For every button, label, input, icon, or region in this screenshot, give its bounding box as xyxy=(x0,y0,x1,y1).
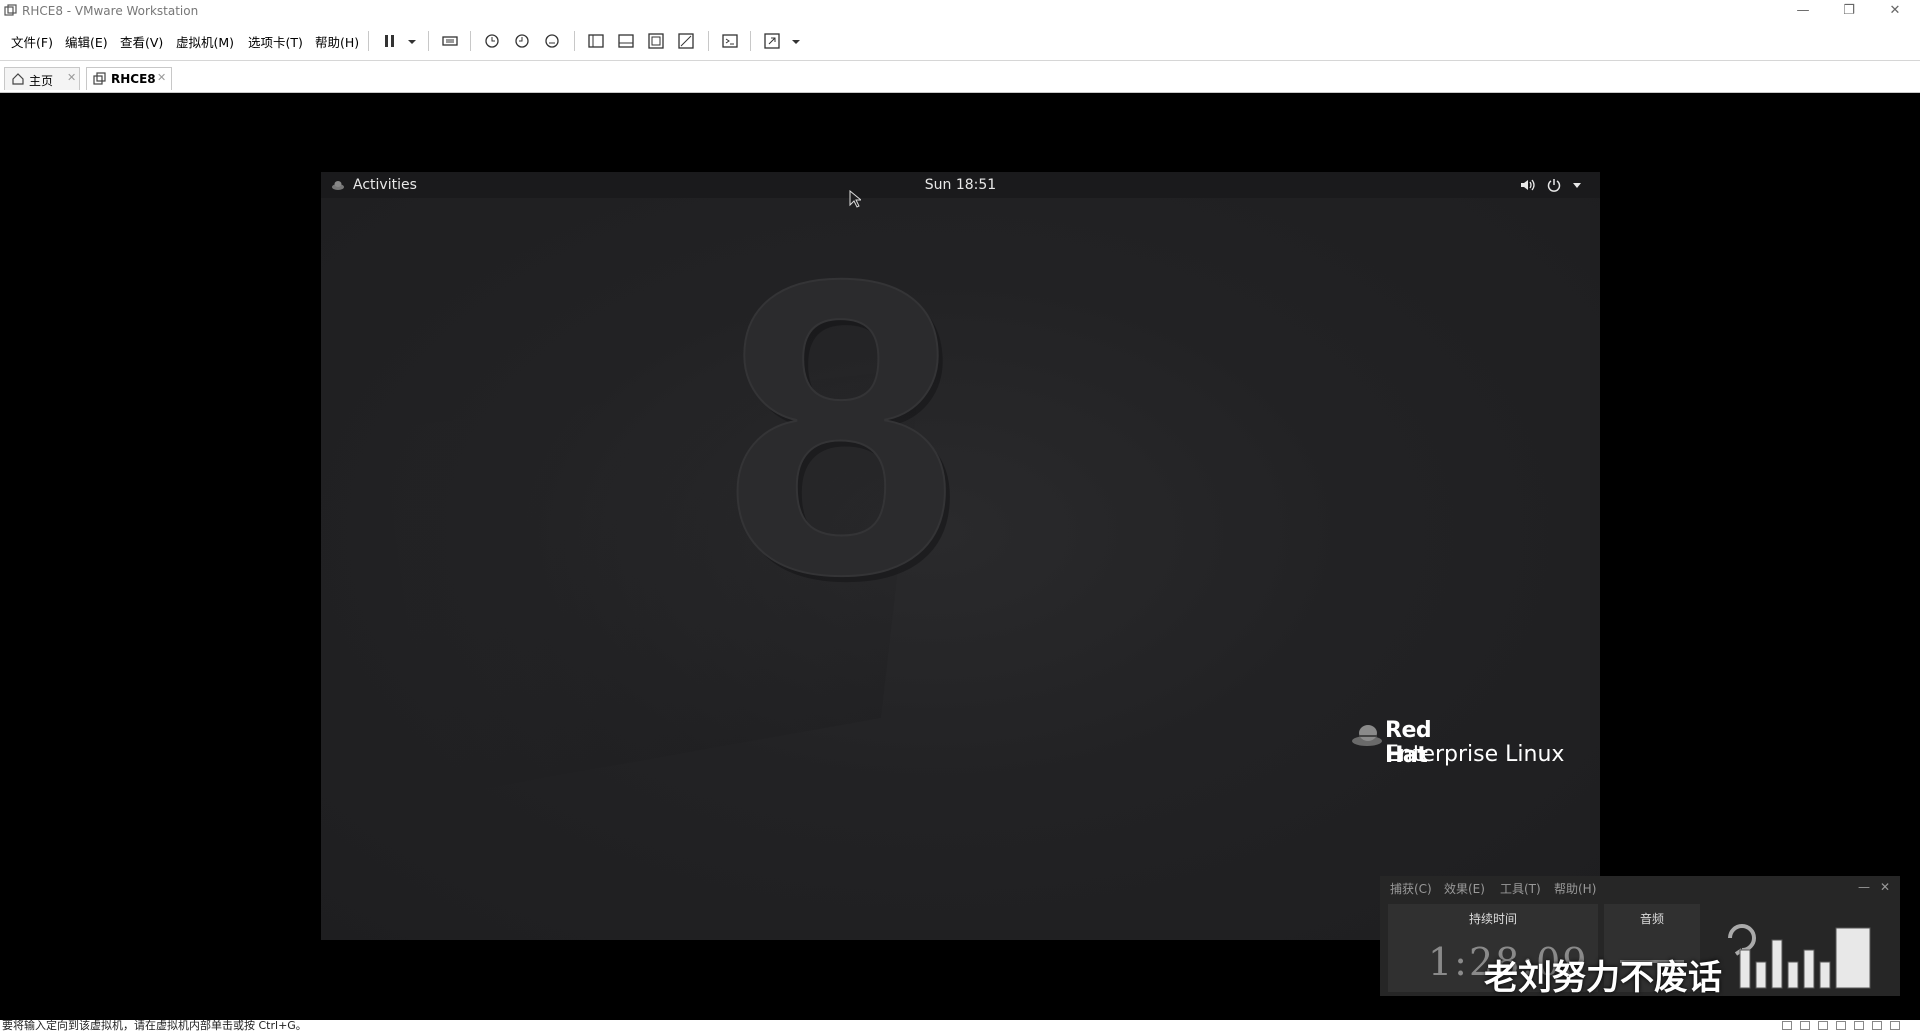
sound-icon[interactable] xyxy=(1854,1021,1864,1030)
snapshot-icon[interactable] xyxy=(482,31,502,51)
watermark-text: 老刘努力不废话 xyxy=(1484,958,1722,998)
dropdown-arrow-icon[interactable] xyxy=(786,31,800,51)
power-icon[interactable] xyxy=(1546,177,1562,193)
device-status-icons[interactable] xyxy=(1782,1021,1900,1030)
toolbar-separator xyxy=(428,31,429,51)
mouse-cursor-icon xyxy=(849,190,861,208)
clock[interactable]: Sun 18:51 xyxy=(321,177,1600,193)
cd-icon[interactable] xyxy=(1800,1021,1810,1030)
tab-bar: 主页 ✕ RHCE8 ✕ xyxy=(0,60,1920,93)
guest-desktop[interactable]: 8 8 Activities Sun 18:51 Red Hat Enterpr… xyxy=(321,172,1600,940)
full-screen-icon[interactable] xyxy=(646,31,666,51)
recorder-menu-tools[interactable]: 工具(T) xyxy=(1500,880,1541,897)
tab-home[interactable]: 主页 ✕ xyxy=(4,67,80,90)
menu-file[interactable]: 文件(F) xyxy=(11,32,53,51)
toolbar-separator xyxy=(368,31,369,51)
hdd-icon[interactable] xyxy=(1782,1021,1792,1030)
recorder-menu-capture[interactable]: 捕获(C) xyxy=(1390,880,1432,897)
status-message: 要将输入定向到该虚拟机，请在虚拟机内部单击或按 Ctrl+G。 xyxy=(2,1020,307,1032)
console-view-icon[interactable] xyxy=(720,31,740,51)
home-icon xyxy=(12,73,24,85)
toolbar-separator xyxy=(750,31,751,51)
status-bar: 要将输入定向到该虚拟机，请在虚拟机内部单击或按 Ctrl+G。 xyxy=(0,1020,1920,1032)
close-button[interactable]: ✕ xyxy=(1872,0,1918,22)
toolbar-separator xyxy=(470,31,471,51)
tab-rhce8[interactable]: RHCE8 ✕ xyxy=(86,67,172,90)
tab-close-button[interactable]: ✕ xyxy=(67,71,76,84)
duration-label: 持续时间 xyxy=(1468,912,1517,926)
bilibili-logo-icon xyxy=(1739,927,1871,989)
tab-label: RHCE8 xyxy=(111,72,156,86)
send-ctrl-alt-del-icon[interactable] xyxy=(440,31,460,51)
desktop-wallpaper: 8 8 xyxy=(321,192,1600,940)
toolbar-separator xyxy=(708,31,709,51)
gnome-top-bar: Activities Sun 18:51 xyxy=(321,172,1600,208)
recorder-minimize-button[interactable]: — xyxy=(1858,880,1870,894)
brand-line-2: Enterprise Linux xyxy=(1385,742,1565,767)
wallpaper-graphic: 8 8 xyxy=(381,192,963,798)
minimize-button[interactable]: — xyxy=(1780,0,1826,22)
menu-vm[interactable]: 虚拟机(M) xyxy=(176,32,234,51)
display-icon[interactable] xyxy=(1890,1021,1900,1030)
audio-label: 音频 xyxy=(1639,912,1664,926)
menu-help[interactable]: 帮助(H) xyxy=(315,32,359,51)
library-view-icon[interactable] xyxy=(586,31,606,51)
restore-button[interactable]: ❐ xyxy=(1826,0,1872,22)
snapshot-manager-icon[interactable] xyxy=(542,31,562,51)
tab-close-button[interactable]: ✕ xyxy=(157,71,166,84)
recorder-menu-effects[interactable]: 效果(E) xyxy=(1444,880,1485,897)
recorder-close-button[interactable]: ✕ xyxy=(1880,880,1890,894)
menu-edit[interactable]: 编辑(E) xyxy=(65,32,108,51)
wallpaper-number: 8 xyxy=(724,198,958,662)
window-title: RHCE8 - VMware Workstation xyxy=(22,4,199,18)
toolbar-separator xyxy=(574,31,575,51)
chevron-down-icon[interactable] xyxy=(1572,180,1582,190)
thumbnail-bar-icon[interactable] xyxy=(616,31,636,51)
menu-view[interactable]: 查看(V) xyxy=(120,32,163,51)
volume-icon[interactable] xyxy=(1520,178,1536,192)
dropdown-arrow-icon[interactable] xyxy=(402,31,416,51)
revert-snapshot-icon[interactable] xyxy=(512,31,532,51)
system-tray[interactable] xyxy=(1520,177,1582,193)
printer-icon[interactable] xyxy=(1872,1021,1882,1030)
vm-icon xyxy=(93,72,106,85)
recorder-menu-help[interactable]: 帮助(H) xyxy=(1554,880,1596,897)
redhat-hat-icon xyxy=(1352,725,1382,746)
pause-icon[interactable] xyxy=(380,31,400,51)
usb-icon[interactable] xyxy=(1836,1021,1846,1030)
tab-label: 主页 xyxy=(29,74,54,88)
menubar: 文件(F) 编辑(E) 查看(V) 虚拟机(M) 选项卡(T) 帮助(H) xyxy=(0,22,1920,60)
network-icon[interactable] xyxy=(1818,1021,1828,1030)
menu-tabs[interactable]: 选项卡(T) xyxy=(248,32,303,51)
unity-icon[interactable] xyxy=(676,31,696,51)
stretch-guest-icon[interactable] xyxy=(762,31,782,51)
vmware-app-icon xyxy=(4,4,17,16)
window-titlebar: RHCE8 - VMware Workstation — ❐ ✕ xyxy=(0,0,1920,22)
